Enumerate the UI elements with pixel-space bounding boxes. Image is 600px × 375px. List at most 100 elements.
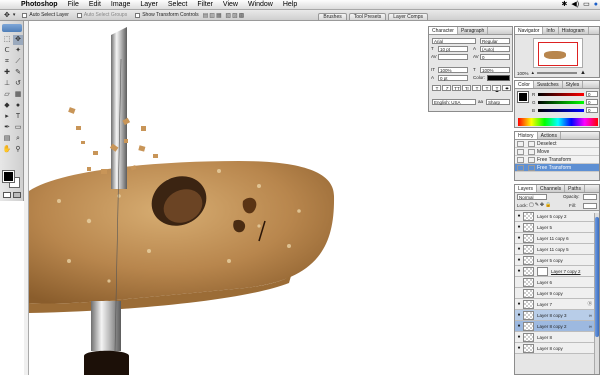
- tab-channels[interactable]: Channels: [537, 185, 566, 192]
- visibility-eye-icon[interactable]: ●: [515, 268, 523, 274]
- faux-bold-button[interactable]: T: [432, 85, 441, 91]
- tab-color[interactable]: Color: [515, 81, 534, 88]
- marquee-tool-icon[interactable]: ⬚: [2, 35, 12, 45]
- slice-tool-icon[interactable]: ⟋: [13, 57, 23, 67]
- underline-button[interactable]: T: [492, 85, 501, 91]
- tab-paths[interactable]: Paths: [565, 185, 585, 192]
- color-panel-swatch[interactable]: [517, 91, 529, 103]
- layer-row[interactable]: ● Layer 7 copy 2: [515, 266, 599, 277]
- magic-wand-tool-icon[interactable]: ✦: [13, 46, 23, 56]
- visibility-eye-icon[interactable]: ●: [515, 257, 523, 263]
- layer-row-selected[interactable]: ● Layer 8 copy 3 ∞: [515, 310, 599, 321]
- history-item-active[interactable]: Free Transform: [515, 164, 599, 172]
- layer-row[interactable]: Layer 9 copy: [515, 288, 599, 299]
- color-spectrum-bar[interactable]: [518, 118, 598, 126]
- dodge-tool-icon[interactable]: ●: [13, 101, 23, 111]
- superscript-button[interactable]: T: [472, 85, 481, 91]
- tab-histogram[interactable]: Histogram: [559, 27, 589, 34]
- channel-b-slider[interactable]: [538, 109, 584, 112]
- history-item[interactable]: Free Transform: [515, 156, 599, 164]
- menu-filter[interactable]: Filter: [192, 0, 218, 10]
- tab-character[interactable]: Character: [429, 27, 458, 34]
- layer-row[interactable]: ● Layer 5 copy: [515, 255, 599, 266]
- tab-styles[interactable]: Styles: [563, 81, 584, 88]
- layer-mask-thumbnail[interactable]: [537, 266, 548, 276]
- channel-b-value[interactable]: 0: [586, 107, 598, 113]
- layer-row[interactable]: ● Layer 8 copy: [515, 343, 599, 354]
- link-icon[interactable]: ∞: [589, 324, 592, 329]
- fill-field[interactable]: [583, 203, 597, 209]
- visibility-eye-icon[interactable]: ●: [515, 323, 523, 329]
- menu-select[interactable]: Select: [163, 0, 192, 10]
- tab-paragraph[interactable]: Paragraph: [458, 27, 489, 34]
- align-buttons-group[interactable]: ▤▥▦ ▧▨▩: [203, 12, 246, 19]
- menu-window[interactable]: Window: [243, 0, 278, 10]
- language-dropdown[interactable]: English: USA: [432, 99, 476, 105]
- path-selection-tool-icon[interactable]: ▸: [2, 112, 12, 122]
- channel-r-slider[interactable]: [538, 93, 584, 96]
- zoom-out-icon[interactable]: ▴: [532, 70, 535, 76]
- menu-help[interactable]: Help: [278, 0, 302, 10]
- tracking-field[interactable]: 0: [480, 54, 510, 60]
- bluetooth-icon[interactable]: ✱: [562, 0, 568, 10]
- small-caps-button[interactable]: Tr: [462, 85, 471, 91]
- layer-row[interactable]: ● Layer 5 copy 2: [515, 211, 599, 222]
- blur-tool-icon[interactable]: ◆: [2, 101, 12, 111]
- tab-layer-comps[interactable]: Layer Comps: [388, 12, 428, 21]
- blend-mode-dropdown[interactable]: Normal: [517, 194, 547, 200]
- auto-select-layer-checkbox[interactable]: [22, 12, 28, 18]
- visibility-eye-icon[interactable]: ●: [515, 224, 523, 230]
- quick-mask-icon[interactable]: [13, 192, 21, 198]
- layer-row[interactable]: Layer 6: [515, 277, 599, 288]
- history-brush-tool-icon[interactable]: ↺: [13, 79, 23, 89]
- zoom-in-icon[interactable]: ▲: [580, 70, 586, 76]
- notes-tool-icon[interactable]: ▤: [2, 134, 12, 144]
- toolbox-header[interactable]: [2, 24, 22, 32]
- tab-brushes[interactable]: Brushes: [318, 12, 347, 21]
- tab-layers[interactable]: Layers: [515, 185, 538, 192]
- visibility-eye-icon[interactable]: ●: [515, 235, 523, 241]
- app-menu[interactable]: Photoshop: [16, 0, 63, 10]
- move-tool-icon[interactable]: ✥: [13, 35, 23, 45]
- clone-stamp-tool-icon[interactable]: ⊥: [2, 79, 12, 89]
- battery-icon[interactable]: ▭: [583, 0, 590, 10]
- tab-swatches[interactable]: Swatches: [534, 81, 563, 88]
- tab-history[interactable]: History: [515, 132, 538, 139]
- strikethrough-button[interactable]: T: [502, 85, 511, 91]
- layer-row[interactable]: ● Layer 11 copy 6: [515, 233, 599, 244]
- shape-tool-icon[interactable]: ▭: [13, 123, 23, 133]
- gradient-tool-icon[interactable]: ▦: [13, 90, 23, 100]
- show-transform-checkbox[interactable]: [135, 12, 141, 18]
- zoom-tool-icon[interactable]: ⚲: [13, 145, 23, 155]
- spotlight-icon[interactable]: ●: [594, 0, 598, 10]
- menu-edit[interactable]: Edit: [84, 0, 106, 10]
- visibility-eye-icon[interactable]: ●: [515, 334, 523, 340]
- opacity-field[interactable]: [583, 194, 597, 200]
- eraser-tool-icon[interactable]: ▱: [2, 90, 12, 100]
- hand-tool-icon[interactable]: ✋: [2, 145, 12, 155]
- visibility-eye-icon[interactable]: ●: [515, 312, 523, 318]
- menu-image[interactable]: Image: [106, 0, 135, 10]
- menu-layer[interactable]: Layer: [135, 0, 163, 10]
- crop-tool-icon[interactable]: ⌗: [2, 57, 12, 67]
- link-icon[interactable]: ∞: [589, 313, 592, 318]
- navigator-zoom-value[interactable]: 100%: [517, 71, 529, 76]
- leading-field[interactable]: (Auto): [480, 46, 510, 52]
- auto-select-groups-checkbox[interactable]: [76, 12, 82, 18]
- layers-scrollbar[interactable]: [594, 213, 599, 374]
- brush-tool-icon[interactable]: ✎: [13, 68, 23, 78]
- subscript-button[interactable]: T: [482, 85, 491, 91]
- eyedropper-tool-icon[interactable]: ⌕: [13, 134, 23, 144]
- layer-row-active[interactable]: ● Layer 8 copy 2 ∞: [515, 321, 599, 332]
- font-style-field[interactable]: Regular: [480, 38, 510, 44]
- visibility-eye-icon[interactable]: ●: [515, 345, 523, 351]
- layer-row[interactable]: ● Layer 7 ⓞ: [515, 299, 599, 310]
- tab-navigator[interactable]: Navigator: [515, 27, 544, 34]
- pen-tool-icon[interactable]: ✒: [2, 123, 12, 133]
- layer-style-icon[interactable]: ⓞ: [588, 301, 593, 307]
- volume-icon[interactable]: ◀): [571, 0, 579, 10]
- kerning-field[interactable]: [438, 54, 468, 60]
- horizontal-scale-field[interactable]: 100%: [480, 67, 510, 73]
- antialias-dropdown[interactable]: Sharp: [486, 99, 510, 105]
- tab-actions[interactable]: Actions: [538, 132, 561, 139]
